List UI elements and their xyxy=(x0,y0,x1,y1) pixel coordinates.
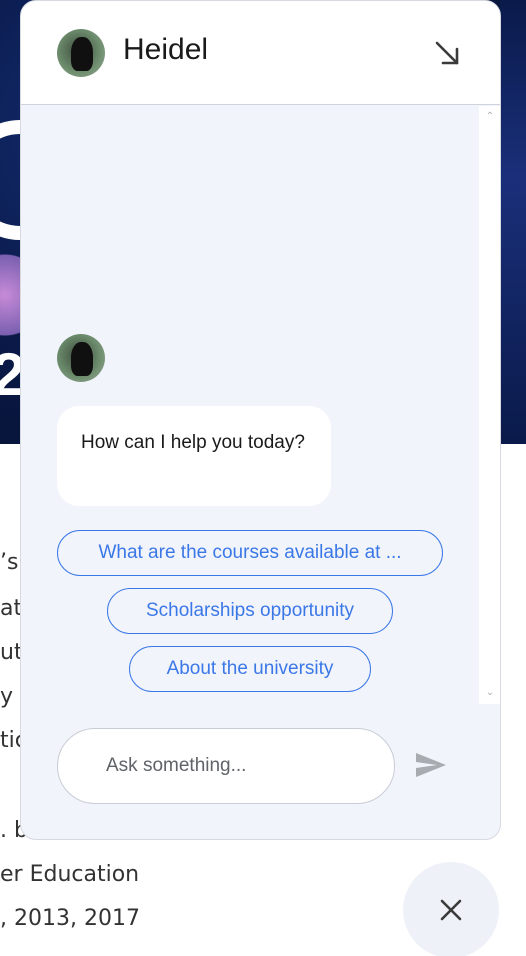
chat-input[interactable]: Ask something... xyxy=(57,728,395,804)
background-text-line: y xyxy=(0,684,14,709)
message-bot-avatar xyxy=(57,334,105,382)
scroll-up-icon[interactable]: ⌃ xyxy=(484,112,496,122)
bot-avatar xyxy=(57,29,105,77)
send-icon xyxy=(416,753,446,777)
send-button[interactable] xyxy=(413,747,449,783)
close-icon xyxy=(440,899,462,921)
background-text-line: ’s xyxy=(0,550,19,575)
suggestion-chip-about[interactable]: About the university xyxy=(129,646,371,692)
background-text-line: at xyxy=(0,596,23,621)
minimize-button[interactable] xyxy=(425,31,469,75)
suggestion-chip-courses[interactable]: What are the courses available at ... xyxy=(57,530,443,576)
chat-widget: Heidel ⌃ ⌄ How can I help you today? Wha… xyxy=(20,0,501,840)
bot-message-bubble: How can I help you today? xyxy=(57,406,331,506)
scroll-down-icon[interactable]: ⌄ xyxy=(484,688,496,698)
background-text-line: er Education xyxy=(0,862,140,887)
messages-scrollbar[interactable]: ⌃ ⌄ xyxy=(479,106,500,704)
bot-name: Heidel xyxy=(123,33,209,66)
hero-edge xyxy=(500,0,526,444)
background-text-line: , 2013, 2017 xyxy=(0,906,140,931)
close-chat-button[interactable] xyxy=(403,862,499,956)
suggestion-chip-scholarships[interactable]: Scholarships opportunity xyxy=(107,588,393,634)
chat-header: Heidel xyxy=(21,1,500,105)
arrow-down-right-icon xyxy=(435,41,459,65)
